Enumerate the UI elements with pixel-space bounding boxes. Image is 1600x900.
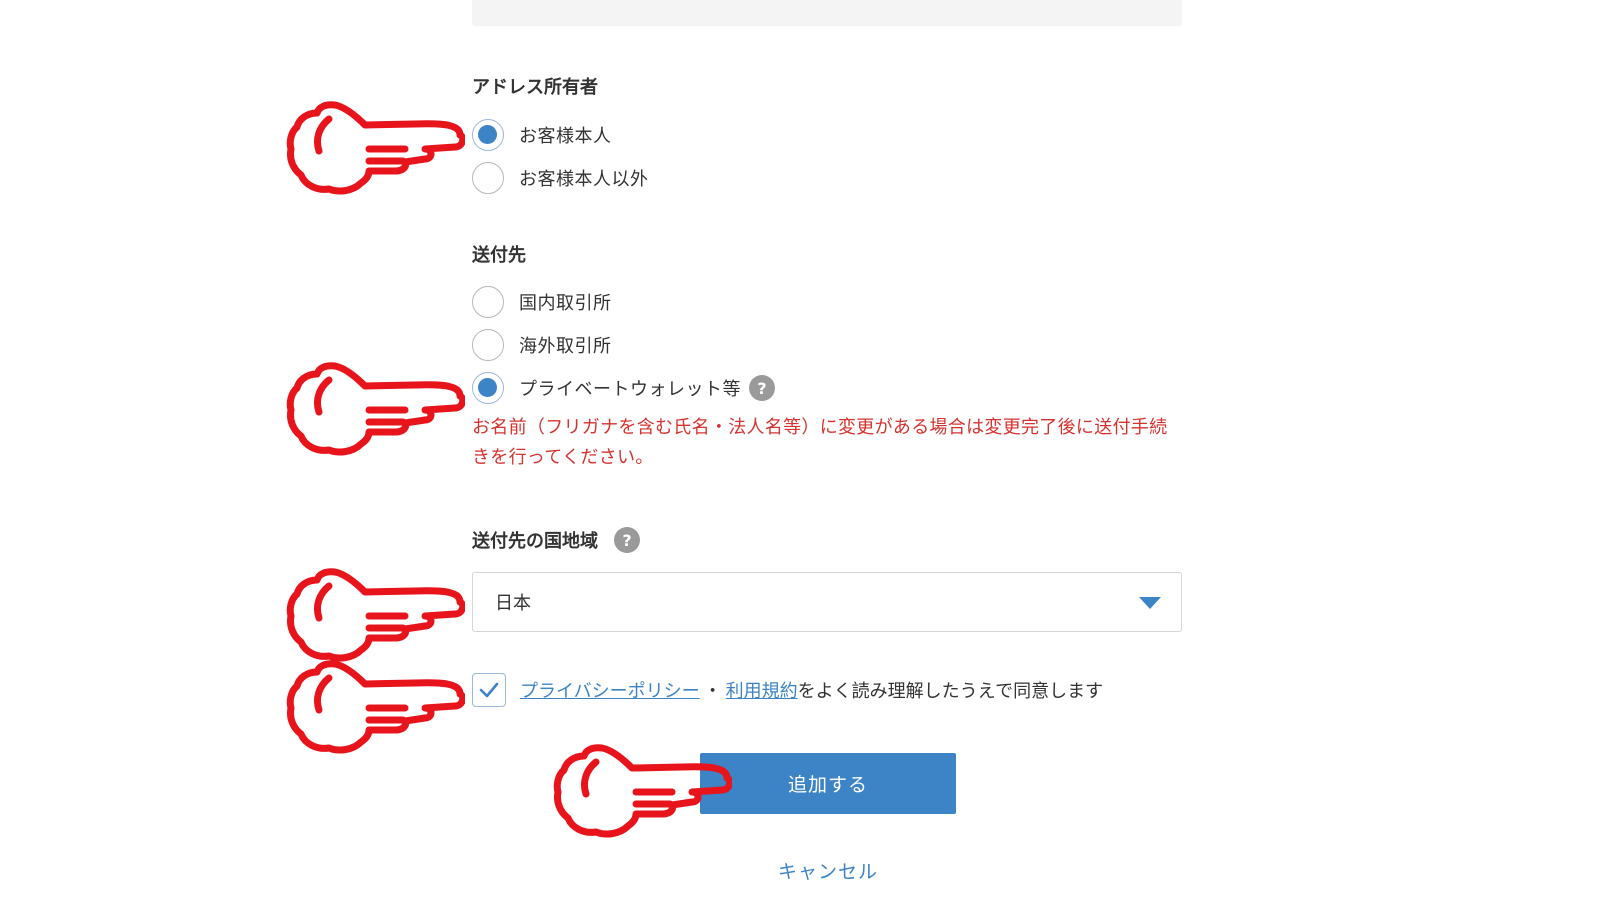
address-owner-title: アドレス所有者 [472,73,598,99]
name-change-warning: お名前（フリガナを含む氏名・法人名等）に変更がある場合は変更完了後に送付手続きを… [472,417,1168,468]
country-title: 送付先の国地域 ? [472,527,640,553]
radio-dest-private-wallet-label: プライベートウォレット等 [519,379,741,400]
add-button[interactable]: 追加する [700,753,956,814]
radio-owner-self-label: お客様本人 [519,126,612,147]
consent-row: プライバシーポリシー ・ 利用規約 をよく読み理解したうえで同意します [472,673,1103,707]
add-address-form: アドレス所有者 お客様本人 お客様本人以外 送付先 国内取引所 海外取引所 プラ… [0,0,1600,900]
checkmark-icon [479,682,499,698]
pointing-hand-icon [286,362,465,456]
radio-dest-overseas[interactable]: 海外取引所 [472,326,612,364]
radio-dest-domestic[interactable]: 国内取引所 [472,283,612,321]
radio-owner-self[interactable]: お客様本人 [472,116,612,154]
radio-button-checked[interactable] [472,119,504,151]
radio-dest-private-wallet[interactable]: プライベートウォレット等 ? [472,369,775,407]
country-select-value: 日本 [495,593,531,614]
question-mark-icon[interactable]: ? [749,375,775,401]
question-mark-icon[interactable]: ? [614,527,640,553]
radio-button-checked[interactable] [472,372,504,404]
consent-checkbox[interactable] [472,673,506,707]
country-title-text: 送付先の国地域 [472,531,598,552]
address-owner-title-text: アドレス所有者 [472,77,598,98]
consent-separator: ・ [703,681,722,702]
radio-button[interactable] [472,286,504,318]
consent-text: をよく読み理解したうえで同意します [797,681,1104,702]
caret-down-icon [1139,597,1161,609]
radio-owner-other[interactable]: お客様本人以外 [472,159,649,197]
radio-owner-other-label: お客様本人以外 [519,169,649,190]
pointing-hand-icon [553,744,732,838]
radio-button[interactable] [472,162,504,194]
destination-title-text: 送付先 [472,245,526,266]
terms-of-use-link[interactable]: 利用規約 [726,677,798,703]
radio-button[interactable] [472,329,504,361]
radio-dest-overseas-label: 海外取引所 [519,336,612,357]
privacy-policy-link[interactable]: プライバシーポリシー [520,677,700,703]
cancel-link[interactable]: キャンセル [700,857,956,884]
radio-dest-domestic-label: 国内取引所 [519,293,612,314]
top-input-strip [472,0,1182,26]
destination-title: 送付先 [472,241,526,267]
country-select[interactable]: 日本 [472,572,1182,632]
pointing-hand-icon [286,101,465,195]
pointing-hand-icon [286,660,465,754]
